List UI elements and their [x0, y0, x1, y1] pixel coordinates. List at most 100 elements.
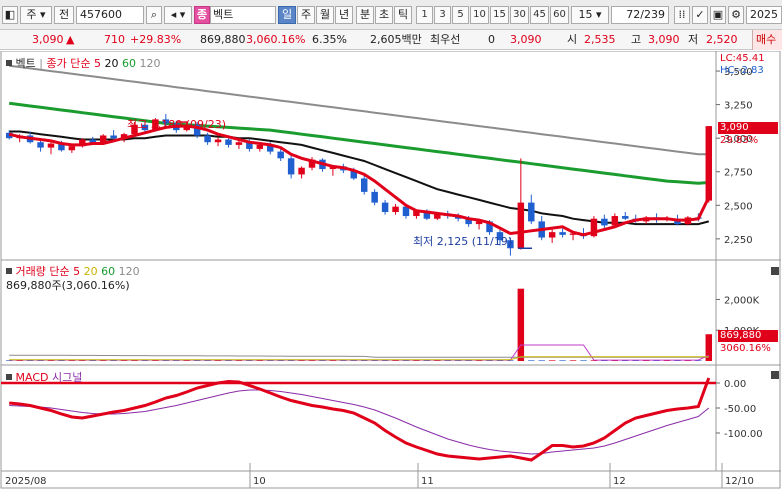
lc-value: LC:45.41 — [720, 53, 765, 64]
interval-60[interactable]: 60 — [550, 6, 569, 24]
period-month[interactable]: 월 — [316, 6, 334, 24]
x-tick-label: 2025/08 — [5, 476, 47, 487]
gear-icon[interactable]: ⚙ — [728, 6, 744, 24]
candle-body — [381, 202, 389, 213]
candle-body — [601, 218, 608, 226]
candle-body — [225, 139, 232, 145]
current-price: 3,090 — [32, 33, 64, 46]
price-legend-name: 벡트 — [15, 57, 36, 70]
market-button[interactable]: 전 — [54, 6, 74, 24]
interval-10[interactable]: 10 — [470, 6, 489, 24]
price-legend-sep: | — [39, 57, 43, 70]
interval-1[interactable]: 1 — [416, 6, 433, 24]
volume-value: 869,880 — [200, 33, 246, 46]
price-tick-label: 2,250 — [724, 235, 753, 246]
search-icon[interactable]: ⌕ — [146, 6, 162, 24]
macd-tick-label: -100.00 — [724, 429, 763, 440]
candle-body — [298, 167, 305, 175]
volume-bar — [548, 360, 556, 361]
price-tick-label: 3,250 — [724, 101, 753, 112]
candle-body — [705, 126, 713, 201]
low-label: 저 — [688, 33, 699, 46]
volume-bar — [538, 360, 545, 361]
period-day[interactable]: 일 — [278, 6, 296, 24]
candle-body — [392, 206, 399, 213]
current-pct-tag: 29.83% — [720, 135, 759, 146]
pane-handle-icon[interactable] — [6, 60, 12, 66]
candle-body — [548, 232, 556, 238]
volume-bar — [580, 360, 587, 361]
volume-close-icon[interactable] — [771, 267, 779, 275]
price-info-bar: 3,090 ▲ 710 +29.83% 869,880 3,060.16% 6.… — [0, 30, 782, 50]
candle-body — [37, 142, 44, 148]
toolbar: ◧ 주 ▾ 전 457600 ⌕ ◂ ▾ 종 벡트 일 주 월 년 분 초 틱 … — [0, 0, 782, 30]
interval-15[interactable]: 15 — [490, 6, 509, 24]
ma60-label: 60 — [121, 57, 136, 70]
period-second[interactable]: 초 — [375, 6, 393, 24]
candle-body — [47, 143, 55, 148]
candle-body — [371, 191, 378, 203]
interval-45[interactable]: 45 — [530, 6, 549, 24]
candle-body — [214, 139, 222, 143]
code-input[interactable]: 457600 — [76, 6, 144, 24]
macd-close-icon[interactable] — [771, 371, 779, 379]
candle-body — [517, 202, 525, 249]
high-label: 고 — [631, 33, 642, 46]
candle-body — [110, 135, 117, 139]
save-icon[interactable]: ▣ — [710, 6, 726, 24]
low-value: 2,520 — [706, 33, 738, 46]
macd-line — [9, 377, 711, 462]
interval-5[interactable]: 5 — [452, 6, 469, 24]
hc-value: HC:-2.83 — [720, 65, 764, 76]
date-field[interactable]: 2025 — [746, 6, 782, 24]
price-legend-ma: 종가 단순 — [46, 57, 91, 70]
period-minute[interactable]: 분 — [356, 6, 374, 24]
price-tick-label: 2,500 — [724, 201, 753, 212]
candle-body — [559, 232, 566, 235]
candle-body — [277, 151, 284, 159]
sound-icon[interactable]: ◂ ▾ — [164, 6, 192, 24]
interval-3[interactable]: 3 — [434, 6, 451, 24]
chart-type-icon[interactable]: ✓ — [692, 6, 708, 24]
candle-body — [622, 216, 629, 219]
volume-sub: 869,880주(3,060.16%) — [6, 279, 130, 292]
low-note: 최저 2,125 (11/19) — [413, 235, 513, 248]
period-week[interactable]: 주 — [297, 6, 315, 24]
price-tick-label: 2,750 — [724, 168, 753, 179]
macd-handle-icon[interactable] — [6, 374, 12, 380]
volume-pct: 3,060.16% — [246, 33, 306, 46]
volume-bar — [517, 288, 525, 361]
count-select[interactable]: 15 ▾ — [571, 6, 609, 24]
pref-value: 0 — [488, 33, 495, 46]
macd-legend: MACD 시그널 — [6, 369, 82, 385]
open-value: 2,535 — [584, 33, 616, 46]
trade-amount: 2,605백만 — [370, 33, 422, 46]
volume-bar — [528, 360, 535, 361]
pref-label: 최우선 — [430, 33, 461, 46]
period-year[interactable]: 년 — [335, 6, 353, 24]
count-label: 15 — [578, 8, 593, 21]
volume-handle-icon[interactable] — [6, 268, 12, 274]
volume-ma5-line — [9, 344, 710, 361]
period-tick[interactable]: 틱 — [394, 6, 412, 24]
candle-body — [360, 178, 368, 192]
up-arrow-icon: ▲ — [66, 33, 75, 46]
grid-icon[interactable]: ⁞⁞ — [674, 6, 690, 24]
x-tick-label: 11 — [421, 476, 434, 487]
mode-select[interactable]: 주 ▾ — [20, 6, 52, 24]
stock-name-field[interactable]: 벡트 — [210, 6, 276, 24]
open-label: 시 — [567, 33, 578, 46]
layout-icon[interactable]: ◧ — [2, 6, 18, 24]
macd-tick-label: -50.00 — [724, 404, 756, 415]
interval-30[interactable]: 30 — [510, 6, 529, 24]
volume-ma20-line — [9, 356, 709, 361]
turnover: 6.35% — [312, 33, 347, 46]
page-field[interactable]: 72/239 — [611, 6, 669, 24]
high-value: 3,090 — [648, 33, 680, 46]
change-pct: +29.83% — [130, 33, 182, 46]
buy-button[interactable]: 매수 — [752, 30, 782, 50]
high-note: 최고 3,180 (09/23) — [127, 118, 227, 131]
volume-bar — [559, 360, 566, 361]
x-tick-label: 12/10 — [725, 476, 754, 487]
name-badge: 종 — [194, 6, 210, 24]
